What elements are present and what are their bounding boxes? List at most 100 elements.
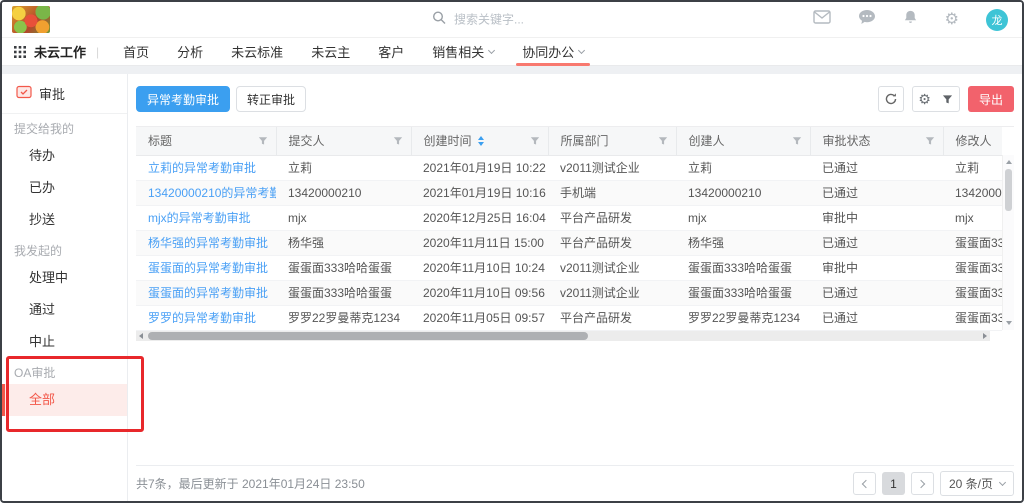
approval-icon — [16, 84, 32, 103]
status-cell: 审批中 — [810, 205, 943, 230]
filter-icon[interactable] — [925, 136, 935, 146]
chevron-down-icon — [488, 47, 495, 54]
chevron-right-icon — [917, 479, 925, 487]
sidebar-title: 审批 — [2, 74, 127, 114]
nav-item-sales[interactable]: 销售相关 — [418, 38, 508, 66]
horizontal-scrollbar[interactable] — [136, 331, 990, 341]
app-window: ⚙ 龙 未云工作 | 首页 分析 未云标准 未云主 客户 销售相关 协同办公 审… — [0, 0, 1024, 503]
record-title-link[interactable]: 蛋蛋面的异常考勤审批 — [148, 286, 268, 300]
horizontal-scroll-thumb[interactable] — [148, 332, 588, 340]
table-row[interactable]: 立莉的异常考勤审批 立莉 2021年01月19日 10:22 v2011测试企业… — [136, 155, 1002, 180]
current-page[interactable]: 1 — [882, 472, 905, 495]
nav-separator: | — [96, 45, 99, 59]
vertical-scrollbar[interactable] — [1002, 155, 1014, 330]
page-size-select[interactable]: 20 条/页 — [940, 471, 1014, 496]
nav-item-collaboration[interactable]: 协同办公 — [508, 38, 598, 66]
scroll-up-icon[interactable] — [1006, 160, 1012, 164]
chat-icon[interactable] — [858, 9, 876, 30]
record-title-link[interactable]: 立莉的异常考勤审批 — [148, 161, 256, 175]
status-cell: 已通过 — [810, 280, 943, 305]
sidebar: 审批 提交给我的 待办 已办 抄送 我发起的 处理中 通过 中止 OA审批 全部 — [2, 74, 128, 501]
col-header-approval-status[interactable]: 审批状态 — [810, 127, 943, 155]
nav-item-standard[interactable]: 未云标准 — [217, 38, 297, 66]
background-band — [2, 66, 1022, 74]
col-header-title[interactable]: 标题 — [136, 127, 276, 155]
nav-item-customers[interactable]: 客户 — [364, 38, 418, 66]
filter-icon[interactable] — [393, 136, 403, 146]
prev-page-button[interactable] — [853, 472, 876, 495]
filter-funnel-icon[interactable] — [936, 94, 959, 105]
scroll-down-icon[interactable] — [1006, 321, 1012, 325]
filter-icon[interactable] — [530, 136, 540, 146]
filter-icon[interactable] — [792, 136, 802, 146]
mail-icon[interactable] — [813, 10, 831, 29]
tab-regularization-approval[interactable]: 转正审批 — [236, 86, 306, 112]
sidebar-item-passed[interactable]: 通过 — [2, 294, 127, 326]
table-row[interactable]: 杨华强的异常考勤审批 杨华强 2020年11月11日 15:00 平台产品研发 … — [136, 230, 1002, 255]
avatar[interactable]: 龙 — [986, 9, 1008, 31]
col-header-submitter[interactable]: 提交人 — [276, 127, 411, 155]
sidebar-item-processing[interactable]: 处理中 — [2, 262, 127, 294]
sidebar-item-aborted[interactable]: 中止 — [2, 326, 127, 358]
settings-gear-icon[interactable]: ⚙ — [945, 12, 959, 28]
scroll-right-icon[interactable] — [983, 333, 987, 339]
sort-icon[interactable] — [478, 136, 484, 146]
sidebar-item-all[interactable]: 全部 — [2, 384, 127, 416]
record-title-link[interactable]: 杨华强的异常考勤审批 — [148, 236, 268, 250]
table-row[interactable]: 罗罗的异常考勤审批 罗罗22罗曼蒂克1234 2020年11月05日 09:57… — [136, 305, 1002, 330]
record-count-summary: 共7条，最后更新于 2021年01月24日 23:50 — [136, 475, 365, 492]
filter-icon[interactable] — [658, 136, 668, 146]
app-grid-icon[interactable] — [14, 46, 26, 58]
sidebar-item-todo[interactable]: 待办 — [2, 140, 127, 172]
main-panel: 异常考勤审批 转正审批 ⚙ 导出 — [128, 74, 1022, 501]
sidebar-item-cc[interactable]: 抄送 — [2, 204, 127, 236]
table-row[interactable]: 蛋蛋面的异常考勤审批 蛋蛋面333哈哈蛋蛋 2020年11月10日 09:56 … — [136, 280, 1002, 305]
refresh-button[interactable] — [878, 86, 904, 112]
status-cell: 已通过 — [810, 305, 943, 330]
nav-item-analysis[interactable]: 分析 — [163, 38, 217, 66]
pagination: 1 20 条/页 — [853, 471, 1014, 496]
filter-icon[interactable] — [258, 136, 268, 146]
search-input[interactable] — [454, 13, 624, 27]
chevron-left-icon — [862, 479, 870, 487]
topbar: ⚙ 龙 — [2, 2, 1022, 38]
bell-icon[interactable] — [903, 9, 918, 30]
record-title-link[interactable]: mjx的异常考勤审批 — [148, 211, 251, 225]
col-header-department[interactable]: 所属部门 — [548, 127, 676, 155]
tab-abnormal-attendance-approval[interactable]: 异常考勤审批 — [136, 86, 230, 112]
sidebar-section-oa-approval: OA审批 — [2, 358, 127, 384]
status-cell: 审批中 — [810, 255, 943, 280]
search-icon — [432, 10, 446, 29]
table-row[interactable]: mjx的异常考勤审批 mjx 2020年12月25日 16:04 平台产品研发 … — [136, 205, 1002, 230]
table-settings-group: ⚙ — [912, 86, 960, 112]
sidebar-section-initiated-by-me: 我发起的 — [2, 236, 127, 262]
col-header-creator[interactable]: 创建人 — [676, 127, 810, 155]
list-toolbar: 异常考勤审批 转正审批 ⚙ 导出 — [136, 74, 1014, 126]
workspace-title[interactable]: 未云工作 — [34, 42, 86, 61]
scroll-left-icon[interactable] — [139, 333, 143, 339]
chevron-down-icon — [999, 479, 1006, 486]
app-logo[interactable] — [12, 6, 50, 33]
sidebar-section-submitted-to-me: 提交给我的 — [2, 114, 127, 140]
nav-item-home[interactable]: 首页 — [109, 38, 163, 66]
list-footer: 共7条，最后更新于 2021年01月24日 23:50 1 20 条/页 — [136, 465, 1014, 501]
record-title-link[interactable]: 蛋蛋面的异常考勤审批 — [148, 261, 268, 275]
col-header-created-time[interactable]: 创建时间 — [411, 127, 548, 155]
next-page-button[interactable] — [911, 472, 934, 495]
approval-table: 标题 提交人 创建时间 所属部门 创建人 审批状态 修改人 立莉 — [136, 126, 1014, 341]
record-title-link[interactable]: 13420000210的异常考勤审批 — [148, 186, 276, 200]
table-row[interactable]: 蛋蛋面的异常考勤审批 蛋蛋面333哈哈蛋蛋 2020年11月10日 10:24 … — [136, 255, 1002, 280]
global-search[interactable] — [432, 10, 624, 29]
record-title-link[interactable]: 罗罗的异常考勤审批 — [148, 311, 256, 325]
column-settings-gear-icon[interactable]: ⚙ — [913, 92, 936, 106]
col-header-modifier[interactable]: 修改人 — [943, 127, 1002, 155]
table-header-row: 标题 提交人 创建时间 所属部门 创建人 审批状态 修改人 — [136, 127, 1002, 155]
chevron-down-icon — [578, 47, 585, 54]
nav-item-master[interactable]: 未云主 — [297, 38, 364, 66]
main-nav: 未云工作 | 首页 分析 未云标准 未云主 客户 销售相关 协同办公 — [2, 38, 1022, 66]
table-row[interactable]: 13420000210的异常考勤审批 13420000210 2021年01月1… — [136, 180, 1002, 205]
status-cell: 已通过 — [810, 230, 943, 255]
vertical-scroll-thumb[interactable] — [1005, 169, 1012, 211]
sidebar-item-done[interactable]: 已办 — [2, 172, 127, 204]
export-button[interactable]: 导出 — [968, 86, 1014, 112]
